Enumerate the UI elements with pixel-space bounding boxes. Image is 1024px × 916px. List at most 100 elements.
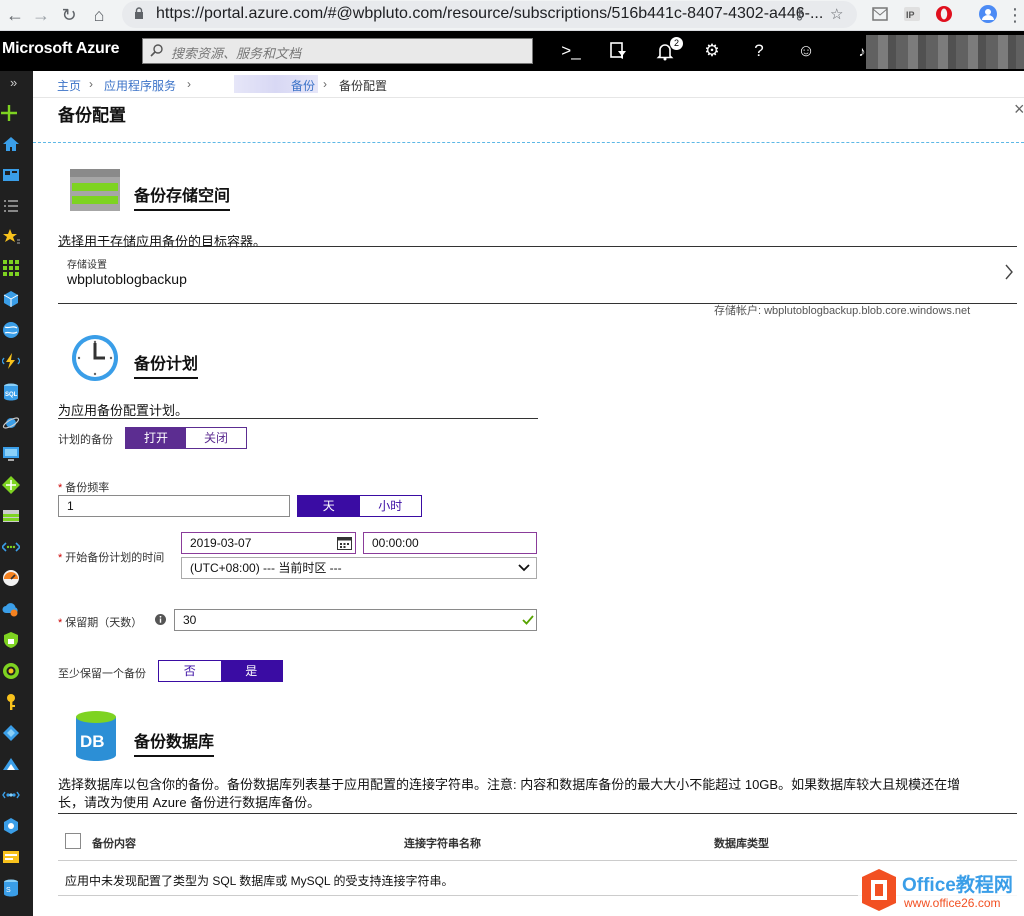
app-services-globe-icon[interactable] bbox=[2, 321, 20, 339]
more-menu-icon[interactable]: ⋮ bbox=[1006, 2, 1024, 28]
info-icon[interactable] bbox=[155, 614, 166, 625]
storage-accounts-icon[interactable] bbox=[2, 507, 20, 525]
checkmark-icon bbox=[522, 615, 534, 625]
keep-one-backup-label: 至少保留一个备份 bbox=[58, 668, 146, 680]
watermark-title: Office教程网 bbox=[902, 875, 1013, 896]
monitor-gauge-icon[interactable] bbox=[2, 569, 20, 587]
reload-icon[interactable]: ↻ bbox=[56, 2, 82, 28]
start-date-input[interactable]: 2019-03-07 bbox=[181, 532, 356, 554]
extension-ip-icon[interactable]: IP bbox=[902, 4, 922, 24]
devops-diamond-icon[interactable] bbox=[2, 724, 20, 742]
help-icon[interactable]: ? bbox=[747, 39, 771, 63]
address-bar[interactable]: https://portal.azure.com/#@wbpluto.com/r… bbox=[122, 1, 857, 28]
virtual-machines-icon[interactable] bbox=[2, 445, 20, 463]
keep-yes-option[interactable]: 是 bbox=[220, 661, 282, 681]
breadcrumb-current: 备份配置 bbox=[339, 79, 388, 93]
url-text: https://portal.azure.com/#@wbpluto.com/r… bbox=[156, 5, 824, 22]
divider bbox=[58, 418, 538, 419]
divider bbox=[58, 813, 1017, 814]
breadcrumb: 主页 › 应用程序服务 › 备份 › 备份配置 bbox=[33, 71, 1024, 98]
opera-icon[interactable] bbox=[934, 4, 954, 24]
schedule-description: 为应用备份配置计划。 bbox=[58, 403, 189, 418]
retention-input[interactable]: 30 bbox=[174, 609, 537, 631]
resource-groups-cube-icon[interactable] bbox=[2, 290, 20, 308]
timezone-select[interactable]: (UTC+08:00) --- 当前时区 --- bbox=[181, 557, 537, 579]
select-all-checkbox[interactable] bbox=[65, 833, 81, 849]
breadcrumb-separator: › bbox=[89, 77, 93, 91]
user-account-blurred[interactable] bbox=[866, 35, 1024, 69]
start-time-label: * 开始备份计划的时间 bbox=[58, 552, 165, 564]
key-vault-icon[interactable] bbox=[2, 693, 20, 711]
brand-logo[interactable]: Microsoft Azure bbox=[2, 40, 120, 58]
feedback-smiley-icon[interactable]: ☺ bbox=[794, 39, 818, 63]
sql-server-icon[interactable]: S bbox=[2, 879, 20, 897]
column-header-content[interactable]: 备份内容 bbox=[92, 835, 136, 851]
storage-setting-label: 存储设置 bbox=[67, 260, 107, 271]
frequency-input[interactable]: 1 bbox=[58, 495, 290, 517]
event-hub-icon[interactable] bbox=[2, 848, 20, 866]
breadcrumb-app-services[interactable]: 应用程序服务 bbox=[104, 77, 176, 94]
scheduled-on-option[interactable]: 打开 bbox=[126, 428, 186, 448]
favorites-star-icon[interactable] bbox=[2, 228, 20, 246]
cosmos-db-icon[interactable] bbox=[2, 414, 20, 432]
retention-value: 30 bbox=[183, 613, 197, 627]
calendar-icon[interactable] bbox=[337, 536, 352, 550]
settings-gear-icon[interactable]: ⚙ bbox=[700, 39, 724, 63]
home-icon[interactable] bbox=[2, 135, 20, 153]
svg-text:S: S bbox=[6, 887, 11, 894]
cloud-shell-icon[interactable]: >_ bbox=[559, 39, 583, 63]
notification-badge: 2 bbox=[670, 37, 683, 50]
close-icon[interactable]: × bbox=[1014, 99, 1024, 120]
dashboard-icon[interactable] bbox=[2, 166, 20, 184]
azure-top-bar: Microsoft Azure 搜索资源、服务和文档 >_ 2 ⚙ ? ☺ ♪ bbox=[0, 31, 1024, 71]
api-management-icon[interactable] bbox=[2, 786, 20, 804]
back-icon[interactable]: ← bbox=[2, 2, 28, 28]
create-resource-icon[interactable] bbox=[0, 104, 18, 122]
security-center-shield-icon[interactable] bbox=[2, 631, 20, 649]
function-app-icon[interactable] bbox=[2, 352, 20, 370]
unit-day-option[interactable]: 天 bbox=[298, 496, 360, 516]
profile-icon[interactable] bbox=[978, 4, 998, 24]
forward-icon[interactable]: → bbox=[28, 2, 54, 28]
database-table-header: 备份内容 连接字符串名称 数据库类型 bbox=[58, 823, 1017, 861]
storage-container-icon bbox=[70, 169, 120, 211]
start-time-input[interactable]: 00:00:00 bbox=[363, 532, 537, 554]
virtual-networks-icon[interactable] bbox=[2, 538, 20, 556]
database-description-line1: 选择数据库以包含你的备份。备份数据库列表基于应用配置的连接字符串。注意: 内容和… bbox=[58, 777, 961, 792]
all-services-icon[interactable] bbox=[2, 197, 20, 215]
keep-no-option[interactable]: 否 bbox=[159, 661, 221, 681]
kubernetes-hex-icon[interactable] bbox=[2, 817, 20, 835]
cost-management-icon[interactable] bbox=[2, 662, 20, 680]
directory-filter-icon[interactable] bbox=[606, 39, 630, 63]
search-placeholder: 搜索资源、服务和文档 bbox=[171, 46, 302, 61]
page-title: 备份配置 bbox=[58, 106, 126, 125]
frequency-label: * 备份频率 bbox=[58, 482, 110, 494]
home-icon[interactable]: ⌂ bbox=[86, 2, 112, 28]
storage-settings-row[interactable]: 存储设置 wbplutoblogbackup bbox=[58, 248, 1017, 304]
search-icon bbox=[150, 44, 163, 57]
data-factory-icon[interactable] bbox=[2, 755, 20, 773]
left-sidebar: » SQL S bbox=[0, 71, 33, 916]
watermark-site: www.office26.com bbox=[904, 896, 1001, 910]
key-icon[interactable]: ⚷ bbox=[794, 5, 805, 23]
breadcrumb-home[interactable]: 主页 bbox=[57, 77, 81, 94]
expand-chevron-icon[interactable]: » bbox=[10, 75, 17, 90]
advisor-cloud-icon[interactable] bbox=[2, 600, 20, 618]
chevron-down-icon bbox=[518, 564, 530, 572]
breadcrumb-backup[interactable]: 备份 bbox=[291, 77, 315, 94]
extension-mail-icon[interactable] bbox=[870, 4, 890, 24]
column-header-database-type[interactable]: 数据库类型 bbox=[714, 835, 769, 851]
breadcrumb-separator: › bbox=[187, 77, 191, 91]
database-section-title: 备份数据库 bbox=[134, 728, 215, 757]
scheduled-off-option[interactable]: 关闭 bbox=[186, 428, 246, 448]
column-header-connection-string[interactable]: 连接字符串名称 bbox=[404, 835, 481, 851]
sql-database-icon[interactable]: SQL bbox=[2, 383, 20, 401]
unit-hour-option[interactable]: 小时 bbox=[359, 496, 421, 516]
all-resources-icon[interactable] bbox=[2, 259, 20, 277]
keep-one-backup-toggle: 否 是 bbox=[158, 660, 283, 682]
chevron-right-icon[interactable] bbox=[1004, 264, 1014, 280]
search-input[interactable]: 搜索资源、服务和文档 bbox=[142, 38, 533, 64]
load-balancer-icon[interactable] bbox=[2, 476, 20, 494]
bookmark-star-icon[interactable]: ☆ bbox=[830, 5, 843, 23]
blade-divider bbox=[33, 142, 1024, 143]
